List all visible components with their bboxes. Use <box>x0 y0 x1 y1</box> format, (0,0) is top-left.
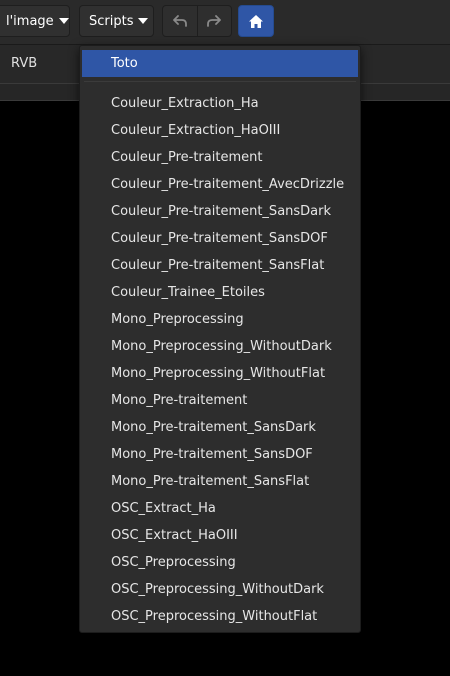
toolbar: l'image Scripts <box>0 0 450 45</box>
menu-item-script[interactable]: OSC_Preprocessing_WithoutDark <box>82 576 358 603</box>
menu-item-script[interactable]: Mono_Pre-traitement <box>82 387 358 414</box>
history-nav-group <box>162 5 232 37</box>
home-icon <box>249 14 263 28</box>
menu-item-script[interactable]: Couleur_Extraction_HaOIII <box>82 117 358 144</box>
menu-item-toto[interactable]: Toto <box>82 50 358 77</box>
redo-icon <box>207 15 222 27</box>
menu-item-script[interactable]: Mono_Preprocessing_WithoutDark <box>82 333 358 360</box>
redo-button[interactable] <box>196 6 232 36</box>
chevron-down-icon <box>138 18 149 24</box>
menu-item-script[interactable]: OSC_Preprocessing_WithoutFlat <box>82 603 358 630</box>
menu-item-script[interactable]: Mono_Preprocessing_WithoutFlat <box>82 360 358 387</box>
scripts-menu-label: Scripts <box>89 13 134 29</box>
undo-icon <box>172 15 187 27</box>
image-menu-button[interactable]: l'image <box>0 5 70 37</box>
color-mode-label[interactable]: RVB <box>11 56 37 71</box>
menu-item-script[interactable]: Mono_Preprocessing <box>82 306 358 333</box>
menu-item-script[interactable]: Mono_Pre-traitement_SansFlat <box>82 468 358 495</box>
chevron-down-icon <box>58 18 69 24</box>
menu-item-script[interactable]: Couleur_Pre-traitement_AvecDrizzle <box>82 171 358 198</box>
scripts-menu-button[interactable]: Scripts <box>79 5 154 37</box>
menu-item-script[interactable]: Mono_Pre-traitement_SansDOF <box>82 441 358 468</box>
menu-item-script[interactable]: OSC_Extract_HaOIII <box>82 522 358 549</box>
image-menu-label: l'image <box>6 13 54 29</box>
menu-item-script[interactable]: OSC_Preprocessing <box>82 549 358 576</box>
scripts-dropdown-menu: Toto Couleur_Extraction_Ha Couleur_Extra… <box>79 45 361 633</box>
menu-item-script[interactable]: Couleur_Pre-traitement_SansDark <box>82 198 358 225</box>
menu-item-script[interactable]: Couleur_Pre-traitement_SansFlat <box>82 252 358 279</box>
menu-item-script[interactable]: Couleur_Pre-traitement <box>82 144 358 171</box>
menu-item-script[interactable]: Mono_Pre-traitement_SansDark <box>82 414 358 441</box>
menu-item-script[interactable]: OSC_Extract_Ha <box>82 495 358 522</box>
home-button[interactable] <box>238 5 274 37</box>
menu-item-script[interactable]: Couleur_Trainee_Etoiles <box>82 279 358 306</box>
menu-item-script[interactable]: Couleur_Extraction_Ha <box>82 90 358 117</box>
undo-button[interactable] <box>163 6 197 36</box>
menu-item-script[interactable]: Couleur_Pre-traitement_SansDOF <box>82 225 358 252</box>
menu-separator <box>84 81 356 82</box>
